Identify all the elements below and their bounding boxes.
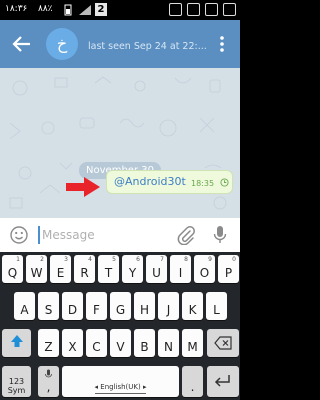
key-q[interactable]: 1Q [2,255,23,283]
gallery-icon [205,3,218,16]
attach-icon[interactable] [176,225,196,245]
last-seen-status[interactable]: last seen Sep 24 at 22:... [88,41,210,52]
space-key[interactable]: ◂ English(UK) ▸ [62,366,179,397]
key-y[interactable]: 6Y [122,255,143,283]
symbols-key-label-bottom: Sym [7,386,26,395]
red-arrow-annotation [66,177,100,197]
usb-icon [169,3,182,16]
key-s[interactable]: S [38,292,59,320]
key-z[interactable]: Z [38,329,59,357]
enter-arrow-icon [214,375,230,387]
back-arrow-icon[interactable] [10,32,34,56]
microphone-icon[interactable] [212,225,228,245]
text-cursor [38,226,40,244]
key-d[interactable]: D [62,292,83,320]
key-x[interactable]: X [62,329,83,357]
signal-icon [79,5,91,15]
more-menu-icon[interactable] [212,34,232,54]
battery-icon [64,4,72,16]
symbols-key-label-top: 123 [8,377,25,386]
symbols-key[interactable]: 123 Sym [2,366,31,397]
status-time: ۱۸:۳۶ [5,4,28,14]
battery-percent: ۸۸٪ [38,4,53,14]
notification-badge: 2 [95,3,107,16]
key-r[interactable]: 4R [74,255,95,283]
message-text[interactable]: @Android30t [114,175,186,188]
key-h[interactable]: H [134,292,155,320]
key-l[interactable]: L [206,292,227,320]
comma-key[interactable]: , [38,366,59,397]
key-u[interactable]: 7U [146,255,167,283]
key-n[interactable]: N [158,329,179,357]
avatar[interactable]: خ [46,28,78,60]
key-f[interactable]: F [86,292,107,320]
chat-background-pattern [9,76,227,210]
chat-area[interactable]: November 30 @Android30t 18:35 [0,68,240,218]
pending-clock-icon [220,178,229,187]
message-bubble[interactable]: @Android30t 18:35 [106,170,233,194]
key-j[interactable]: J [158,292,179,320]
emoji-icon[interactable] [10,226,28,244]
on-screen-keyboard: 1Q 2W 3E 4R 5T 6Y 7U 8I 9O 0P A S D F G … [0,252,240,400]
message-composer [0,218,240,252]
space-underline [95,393,146,394]
status-bar: ۱۸:۳۶ ۸۸٪ 2 [0,0,240,20]
enter-key[interactable] [207,366,239,397]
key-e[interactable]: 3E [50,255,71,283]
period-key[interactable]: . [182,366,203,397]
key-k[interactable]: K [182,292,203,320]
key-g[interactable]: G [110,292,131,320]
chat-header: خ last seen Sep 24 at 22:... [0,20,240,68]
key-i[interactable]: 8I [170,255,191,283]
backspace-icon [214,336,232,350]
message-time: 18:35 [191,179,215,188]
key-a[interactable]: A [14,292,35,320]
message-input[interactable] [42,225,162,245]
key-v[interactable]: V [110,329,131,357]
key-w[interactable]: 2W [26,255,47,283]
key-b[interactable]: B [134,329,155,357]
key-o[interactable]: 9O [194,255,215,283]
shift-key[interactable] [2,329,31,357]
key-m[interactable]: M [182,329,203,357]
key-t[interactable]: 5T [98,255,119,283]
key-p[interactable]: 0P [218,255,239,283]
mic-small-icon [45,369,52,378]
status-right-icons [169,3,236,16]
camera-icon [223,3,236,16]
space-language-label: ◂ English(UK) ▸ [94,383,147,391]
backspace-key[interactable] [207,329,239,357]
key-c[interactable]: C [86,329,107,357]
shift-arrow-icon [10,335,23,347]
headset-icon [187,3,200,16]
